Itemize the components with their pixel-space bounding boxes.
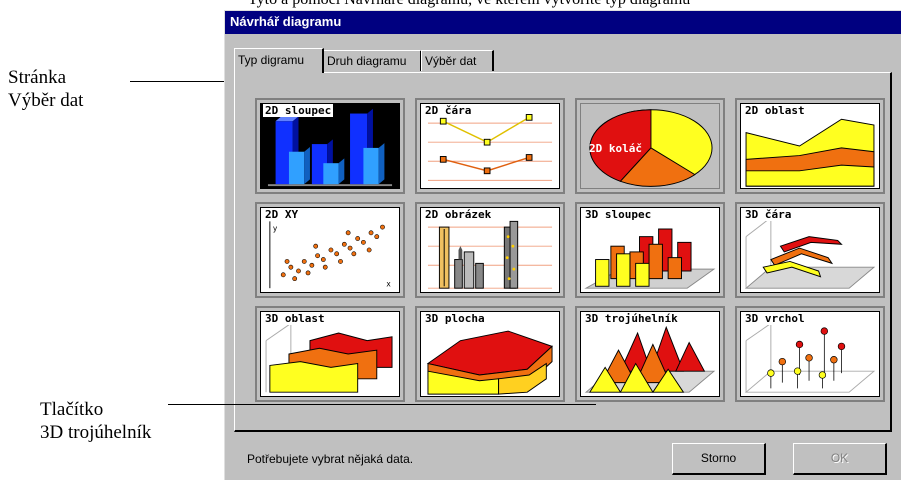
chart-type-2d-area-button[interactable]: 2D oblast bbox=[735, 98, 885, 194]
callout-page-label-line1: Stránka bbox=[8, 67, 67, 88]
chart-type-3d-column-button[interactable]: 3D sloupec bbox=[575, 202, 725, 298]
callout-button-label-line1: Tlačítko bbox=[40, 399, 104, 420]
chart-wizard-dialog: Návrhář diagramu Typ digramu Druh diagra… bbox=[224, 10, 901, 480]
tab-chart-kind-label: Druh diagramu bbox=[327, 54, 407, 68]
chart-type-3d-surface-button[interactable]: 3D plocha bbox=[415, 306, 565, 402]
chart-type-grid: 2D sloupec 2D čára 2D koláč 2D oblast y … bbox=[255, 98, 895, 410]
tile-face: 2D sloupec bbox=[260, 103, 400, 189]
callout-page-label-line2: Výběr dat bbox=[8, 90, 84, 111]
tab-chart-kind[interactable]: Druh diagramu bbox=[323, 50, 422, 71]
svg-text:x: x bbox=[386, 279, 391, 288]
svg-text:y: y bbox=[273, 224, 278, 233]
chart-type-2d-pie-button[interactable]: 2D koláč bbox=[575, 98, 725, 194]
chart-type-2d-line-button[interactable]: 2D čára bbox=[415, 98, 565, 194]
tile-face: 3D sloupec bbox=[580, 207, 720, 293]
tab-data-selection-label: Výběr dat bbox=[425, 54, 477, 68]
tab-panel: 2D sloupec 2D čára 2D koláč 2D oblast y … bbox=[234, 72, 892, 432]
tile-label: 2D oblast bbox=[743, 104, 807, 117]
chart-type-2d-column-button[interactable]: 2D sloupec bbox=[255, 98, 405, 194]
tile-face: 3D oblast bbox=[260, 311, 400, 397]
tile-label: 3D čára bbox=[743, 208, 794, 221]
cancel-button[interactable]: Storno bbox=[672, 443, 766, 475]
cut-off-text-top: Tyto a pomocí Návrháře diagramu, ve kter… bbox=[248, 0, 690, 9]
tile-face: 3D čára bbox=[740, 207, 880, 293]
tile-label: 3D sloupec bbox=[583, 208, 654, 221]
tile-label: 3D plocha bbox=[423, 312, 487, 325]
tile-label: 3D oblast bbox=[263, 312, 327, 325]
status-text: Potřebujete vybrat nějaká data. bbox=[247, 452, 414, 466]
callout-page-label: Stránka Výběr dat bbox=[8, 66, 83, 112]
tile-label: 3D vrchol bbox=[743, 312, 807, 325]
tab-chart-type[interactable]: Typ digramu bbox=[234, 48, 324, 73]
chart-type-3d-peak-button[interactable]: 3D vrchol bbox=[735, 306, 885, 402]
chart-type-2d-xy-button[interactable]: y x 2D XY bbox=[255, 202, 405, 298]
chart-type-3d-line-button[interactable]: 3D čára bbox=[735, 202, 885, 298]
chart-type-3d-area-button[interactable]: 3D oblast bbox=[255, 306, 405, 402]
tile-face: 2D oblast bbox=[740, 103, 880, 189]
tile-label: 2D čára bbox=[423, 104, 474, 117]
dialog-title: Návrhář diagramu bbox=[230, 14, 342, 29]
callout-leader-line-button bbox=[168, 404, 596, 405]
chart-type-2d-picture-button[interactable]: 2D obrázek bbox=[415, 202, 565, 298]
chart-type-3d-triangle-button[interactable]: 3D trojúhelník bbox=[575, 306, 725, 402]
tile-face: 3D vrchol bbox=[740, 311, 880, 397]
tile-face: y x 2D XY bbox=[260, 207, 400, 293]
tile-face: 3D trojúhelník bbox=[580, 311, 720, 397]
ok-button[interactable]: OK bbox=[793, 443, 887, 475]
tile-face: 2D čára bbox=[420, 103, 560, 189]
tile-face: 3D plocha bbox=[420, 311, 560, 397]
callout-button-label-line2: 3D trojúhelník bbox=[40, 422, 152, 443]
callout-button-label: Tlačítko 3D trojúhelník bbox=[40, 398, 151, 444]
tab-data-selection[interactable]: Výběr dat bbox=[421, 50, 494, 71]
tile-label: 2D obrázek bbox=[423, 208, 494, 221]
tile-face: 2D obrázek bbox=[420, 207, 560, 293]
tile-label: 3D trojúhelník bbox=[583, 312, 680, 325]
tile-label: 2D sloupec bbox=[263, 104, 334, 117]
tab-chart-type-label: Typ digramu bbox=[238, 53, 305, 67]
title-bar: Návrhář diagramu bbox=[225, 11, 901, 34]
tile-label: 2D XY bbox=[263, 208, 301, 221]
tile-face: 2D koláč bbox=[580, 103, 720, 189]
tile-label: 2D koláč bbox=[589, 142, 642, 155]
